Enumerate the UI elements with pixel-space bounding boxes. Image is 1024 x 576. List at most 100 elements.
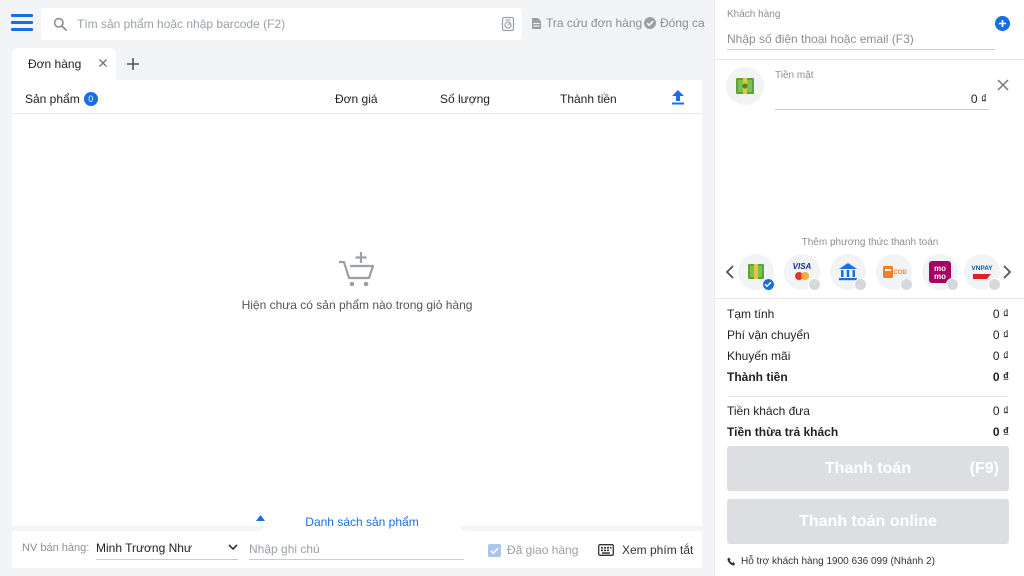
change-row: Tiền thừa trả khách 0 ₫	[727, 425, 1009, 439]
order-note-input[interactable]	[249, 538, 464, 560]
empty-cart-state: Hiện chưa có sản phẩm nào trong giỏ hàng	[12, 250, 702, 312]
cash-icon	[736, 78, 754, 94]
search-icon	[53, 17, 67, 31]
unselected-check-icon	[808, 278, 821, 291]
cash-method-avatar	[726, 67, 764, 105]
remove-payment-icon[interactable]	[997, 79, 1009, 91]
unselected-check-icon	[946, 278, 959, 291]
cart-table-header: Sản phẩm 0 Đơn giá Số lượng Thành tiền	[12, 80, 702, 114]
payment-method-momo[interactable]: mo mo	[922, 254, 959, 291]
svg-text:VNPAY: VNPAY	[971, 265, 993, 272]
checkout-label: Thanh toán	[824, 460, 912, 477]
chevron-down-icon	[228, 544, 238, 550]
hamburger-menu-icon[interactable]	[11, 14, 33, 32]
payment-method-cash[interactable]	[738, 254, 775, 291]
tab-order-1[interactable]: Đơn hàng	[12, 48, 116, 80]
payment-amount-input[interactable]: 0 ₫	[775, 88, 989, 110]
shipping-label: Phí vận chuyển	[727, 328, 810, 342]
column-product: Sản phẩm 0	[25, 92, 98, 106]
divider	[715, 59, 1024, 60]
product-search-input[interactable]	[77, 14, 497, 34]
delivered-checkbox-group[interactable]: Đã giao hàng	[488, 543, 578, 557]
unselected-check-icon	[854, 278, 867, 291]
cash-given-row: Tiền khách đưa 0 ₫	[727, 404, 1009, 418]
view-shortcuts-label: Xem phím tắt	[622, 543, 694, 557]
divider	[727, 396, 1009, 397]
shipping-value: 0 ₫	[992, 328, 1009, 342]
product-list-label[interactable]: Danh sách sản phẩm	[256, 515, 468, 529]
cart-table: Sản phẩm 0 Đơn giá Số lượng Thành tiền Hi…	[12, 80, 702, 526]
support-text: Hỗ trợ khách hàng 1900 636 099 (Nhánh 2)	[741, 556, 935, 567]
column-quantity: Số lượng	[440, 92, 490, 106]
shipping-row: Phí vận chuyển 0 ₫	[727, 328, 1009, 342]
unselected-check-icon	[900, 278, 913, 291]
product-search-bar[interactable]	[41, 8, 522, 40]
payment-method-cod[interactable]: COD	[876, 254, 913, 291]
subtotal-label: Tạm tính	[727, 307, 775, 321]
payment-method-carousel: VISA COD mo mo VNPAY	[715, 254, 1024, 291]
close-shift-button[interactable]: Đóng ca	[644, 16, 705, 30]
svg-text:COD: COD	[893, 270, 907, 276]
total-label: Thành tiền	[727, 370, 788, 384]
add-customer-icon[interactable]	[995, 16, 1010, 31]
order-footer: NV bán hàng: Minh Trương Như Đã giao hàn…	[12, 531, 702, 568]
total-value: 0 ₫	[992, 370, 1009, 384]
lookup-orders-label: Tra cứu đơn hàng	[546, 16, 643, 30]
payment-method-vnpay[interactable]: VNPAY	[964, 254, 1001, 291]
payment-method-bank-transfer[interactable]	[830, 254, 867, 291]
add-to-cart-icon	[339, 252, 375, 287]
cash-given-value: 0 ₫	[992, 404, 1009, 418]
online-payment-button[interactable]: Thanh toán online	[727, 499, 1009, 544]
staff-label: NV bán hàng:	[22, 542, 90, 554]
customer-search-input[interactable]	[727, 28, 995, 50]
product-list-text: Danh sách sản phẩm	[305, 515, 419, 529]
checkout-shortcut: (F9)	[969, 460, 999, 477]
checkmark-icon	[490, 547, 499, 554]
customer-label: Khách hàng	[727, 9, 781, 20]
selected-check-icon	[762, 278, 775, 291]
view-shortcuts-button[interactable]: Xem phím tắt	[598, 543, 693, 557]
close-shift-label: Đóng ca	[660, 16, 705, 30]
checkout-button[interactable]: Thanh toán (F9)	[727, 446, 1009, 491]
product-list-toggle[interactable]: Danh sách sản phẩm	[256, 507, 468, 531]
unselected-check-icon	[988, 278, 1001, 291]
order-panel: Tra cứu đơn hàng Đóng ca Đơn hàng Sản ph…	[0, 0, 714, 576]
discount-row: Khuyến mãi 0 ₫	[727, 349, 1009, 363]
change-label: Tiền thừa trả khách	[727, 425, 839, 439]
total-row: Thành tiền 0 ₫	[727, 370, 1009, 384]
discount-value: 0 ₫	[992, 349, 1009, 363]
checkout-panel: Khách hàng Tiền mặt 0 ₫ Thêm phương thức…	[714, 0, 1024, 576]
cash-given-label: Tiền khách đưa	[727, 404, 810, 418]
payment-method-visa[interactable]: VISA	[784, 254, 821, 291]
close-tab-icon[interactable]	[98, 58, 108, 68]
caret-up-icon	[256, 515, 265, 521]
staff-value: Minh Trương Như	[96, 541, 192, 555]
product-count-badge: 0	[83, 92, 98, 106]
divider	[715, 298, 1024, 299]
keyboard-icon	[598, 544, 614, 556]
column-product-label: Sản phẩm	[25, 92, 80, 106]
payment-method-label: Tiền mặt	[775, 70, 814, 81]
chevron-right-icon[interactable]	[1002, 265, 1012, 279]
column-price: Đơn giá	[335, 92, 378, 106]
tab-label: Đơn hàng	[28, 57, 82, 71]
add-payment-method-label: Thêm phương thức thanh toán	[801, 237, 939, 248]
add-tab-icon[interactable]	[126, 57, 140, 71]
discount-label: Khuyến mãi	[727, 349, 791, 363]
chevron-left-icon[interactable]	[725, 265, 735, 279]
change-value: 0 ₫	[992, 425, 1009, 439]
delivered-label: Đã giao hàng	[507, 543, 579, 557]
column-total: Thành tiền	[560, 92, 617, 106]
subtotal-value: 0 ₫	[992, 307, 1009, 321]
upload-icon[interactable]	[671, 89, 685, 105]
document-icon	[532, 17, 541, 29]
staff-select[interactable]: Minh Trương Như	[96, 538, 238, 560]
svg-text:mo: mo	[934, 272, 946, 281]
check-circle-icon	[644, 17, 656, 29]
svg-text:VISA: VISA	[793, 262, 812, 271]
weighing-scale-icon[interactable]	[500, 16, 516, 32]
support-info: Hỗ trợ khách hàng 1900 636 099 (Nhánh 2)	[727, 556, 935, 567]
delivered-checkbox[interactable]	[488, 543, 501, 557]
lookup-orders-button[interactable]: Tra cứu đơn hàng	[531, 16, 642, 30]
subtotal-row: Tạm tính 0 ₫	[727, 307, 1009, 321]
